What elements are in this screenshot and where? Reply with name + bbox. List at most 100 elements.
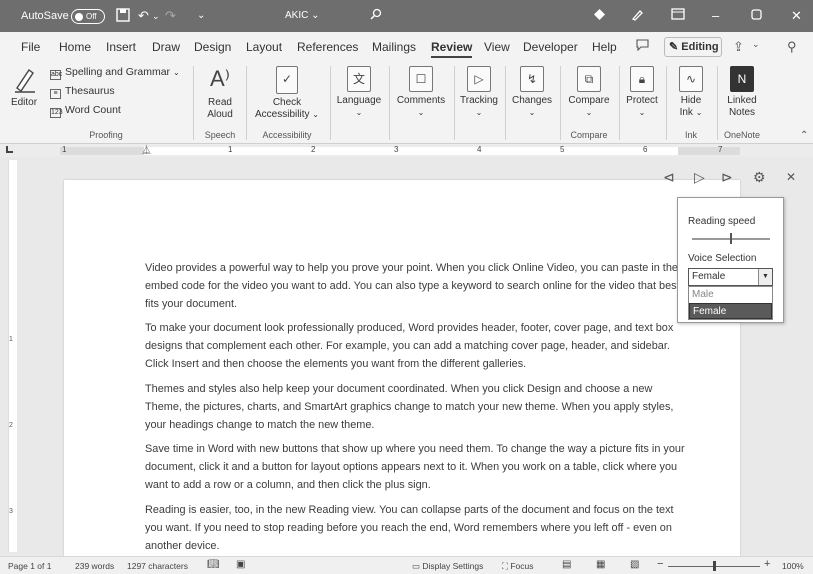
indent-marker-icon[interactable]: ⏅ — [142, 143, 151, 156]
pen-icon[interactable] — [631, 8, 644, 25]
character-count[interactable]: 1297 characters — [127, 561, 188, 571]
tab-help[interactable]: Help — [592, 40, 617, 54]
minimize-icon[interactable]: – — [712, 8, 719, 24]
paragraph[interactable]: Themes and styles also help keep your do… — [145, 381, 690, 434]
tab-draw[interactable]: Draw — [152, 40, 180, 54]
protect-button[interactable]: 🔒︎ Protect ⌄ — [621, 66, 663, 119]
page-count[interactable]: Page 1 of 1 — [8, 561, 51, 571]
share-icon[interactable]: ⇪ — [733, 39, 744, 55]
tab-home[interactable]: Home — [59, 40, 91, 54]
tracking-button[interactable]: ▷ Tracking ⌄ — [456, 66, 502, 119]
voice-option-male[interactable]: Male — [689, 287, 772, 303]
previous-paragraph-icon[interactable]: ⊲ — [663, 169, 675, 186]
undo-icon[interactable]: ↶ — [138, 8, 149, 24]
language-button[interactable]: 文 Language ⌄ — [333, 66, 385, 119]
thesaurus-button[interactable]: ≡ Thesaurus — [50, 85, 115, 99]
chevron-down-icon[interactable]: ▼ — [758, 269, 772, 285]
word-count[interactable]: 239 words — [75, 561, 114, 571]
zoom-in-button[interactable]: + — [764, 558, 770, 570]
zoom-slider-thumb[interactable] — [713, 561, 716, 571]
document-page[interactable]: Video provides a powerful way to help yo… — [64, 180, 740, 556]
pin-icon[interactable]: ⚲ — [787, 39, 797, 55]
next-paragraph-icon[interactable]: ⊳ — [721, 169, 733, 186]
focus-button[interactable]: ⛶ Focus — [502, 561, 533, 572]
zoom-slider[interactable] — [668, 561, 760, 571]
display-settings-button[interactable]: ▭ Display Settings — [412, 561, 483, 572]
ribbon-separator — [619, 66, 620, 140]
compare-button[interactable]: ⧉ Compare ⌄ — [563, 66, 615, 119]
zoom-out-button[interactable]: − — [657, 558, 663, 570]
web-layout-icon[interactable]: ▧ — [630, 559, 639, 570]
comments-button[interactable]: ☐ Comments ⌄ — [392, 66, 450, 119]
undo-dropdown-icon[interactable]: ⌄ — [152, 8, 160, 24]
search-icon[interactable] — [370, 8, 382, 24]
paragraph[interactable]: To make your document look professionall… — [145, 320, 690, 373]
print-layout-icon[interactable]: ▦ — [596, 559, 605, 570]
autosave-label: AutoSave — [21, 10, 69, 22]
editor-pen-icon — [13, 66, 35, 94]
collapse-ribbon-icon[interactable]: ⌃ — [800, 130, 808, 141]
tab-insert[interactable]: Insert — [106, 40, 136, 54]
settings-voice-icon[interactable]: ⚙ — [753, 169, 766, 186]
ruler-number: 7 — [718, 145, 723, 154]
voice-option-female[interactable]: Female — [689, 303, 772, 319]
diamond-icon[interactable] — [593, 8, 606, 25]
menu-bar: File Home Insert Draw Design Layout Refe… — [0, 32, 813, 60]
right-margin — [678, 147, 740, 155]
macro-recording-icon[interactable]: ▣ — [236, 559, 245, 570]
tab-mailings[interactable]: Mailings — [372, 40, 416, 54]
customize-icon[interactable]: ⌄ — [197, 8, 205, 24]
tab-view[interactable]: View — [484, 40, 510, 54]
read-aloud-button[interactable]: A⁾ Read Aloud — [198, 66, 242, 121]
ruler-number: 5 — [560, 145, 565, 154]
close-icon[interactable]: ✕ — [791, 8, 802, 24]
document-title[interactable]: AKIC ⌄ — [285, 10, 320, 21]
ruler-track — [60, 147, 740, 155]
slider-thumb[interactable] — [730, 233, 732, 244]
spelling-icon: abc — [50, 70, 63, 80]
compare-icon: ⧉ — [577, 66, 601, 92]
editor-button[interactable]: Editor — [7, 66, 41, 109]
save-icon[interactable] — [116, 8, 130, 26]
redo-icon[interactable]: ↷ — [165, 8, 176, 24]
tab-references[interactable]: References — [297, 40, 358, 54]
paragraph[interactable]: Video provides a powerful way to help yo… — [145, 260, 690, 313]
voice-selection-label: Voice Selection — [688, 253, 757, 264]
close-read-aloud-icon[interactable]: ✕ — [786, 170, 796, 184]
tab-selector-icon[interactable] — [6, 146, 13, 153]
voice-select[interactable]: Female ▼ — [688, 268, 773, 286]
vruler-number: 3 — [9, 508, 13, 515]
ribbon-display-icon[interactable] — [671, 8, 685, 24]
group-label-accessibility: Accessibility — [262, 130, 312, 140]
tab-layout[interactable]: Layout — [246, 40, 282, 54]
autosave-toggle[interactable]: Off — [71, 9, 105, 24]
changes-button[interactable]: ↯ Changes ⌄ — [508, 66, 556, 119]
ribbon-separator — [505, 66, 506, 140]
word-count-button[interactable]: 123 Word Count — [50, 104, 121, 118]
tab-developer[interactable]: Developer — [523, 40, 578, 54]
read-mode-icon[interactable]: ▤ — [562, 559, 571, 570]
reading-speed-slider[interactable] — [692, 233, 770, 244]
zoom-level[interactable]: 100% — [782, 561, 804, 571]
play-icon[interactable]: ▷ — [694, 169, 705, 186]
linked-notes-button[interactable]: N Linked Notes — [720, 66, 764, 119]
editing-mode-button[interactable]: ✎ Editing — [664, 37, 722, 57]
check-accessibility-button[interactable]: ✓ Check Accessibility ⌄ — [249, 66, 325, 121]
voice-dropdown-list: Male Female — [688, 286, 773, 320]
spelling-grammar-button[interactable]: abc Spelling and Grammar ⌄ — [50, 66, 180, 80]
tab-design[interactable]: Design — [194, 40, 231, 54]
proofing-status-icon[interactable]: 📖︎ — [207, 559, 220, 570]
tab-review[interactable]: Review — [431, 40, 473, 58]
paragraph[interactable]: Reading is easier, too, in the new Readi… — [145, 502, 690, 555]
paragraph[interactable]: Save time in Word with new buttons that … — [145, 441, 690, 494]
toggle-knob — [75, 13, 83, 21]
hide-ink-button[interactable]: ∿ Hide Ink ⌄ — [669, 66, 713, 119]
maximize-icon[interactable] — [751, 8, 762, 24]
share-dropdown-icon[interactable]: ⌄ — [752, 39, 760, 50]
comment-icon[interactable] — [636, 39, 649, 54]
group-label-speech: Speech — [204, 130, 236, 140]
left-margin — [60, 147, 144, 155]
ribbon-separator — [246, 66, 247, 140]
tab-file[interactable]: File — [21, 40, 40, 54]
vruler-number: 2 — [9, 422, 13, 429]
